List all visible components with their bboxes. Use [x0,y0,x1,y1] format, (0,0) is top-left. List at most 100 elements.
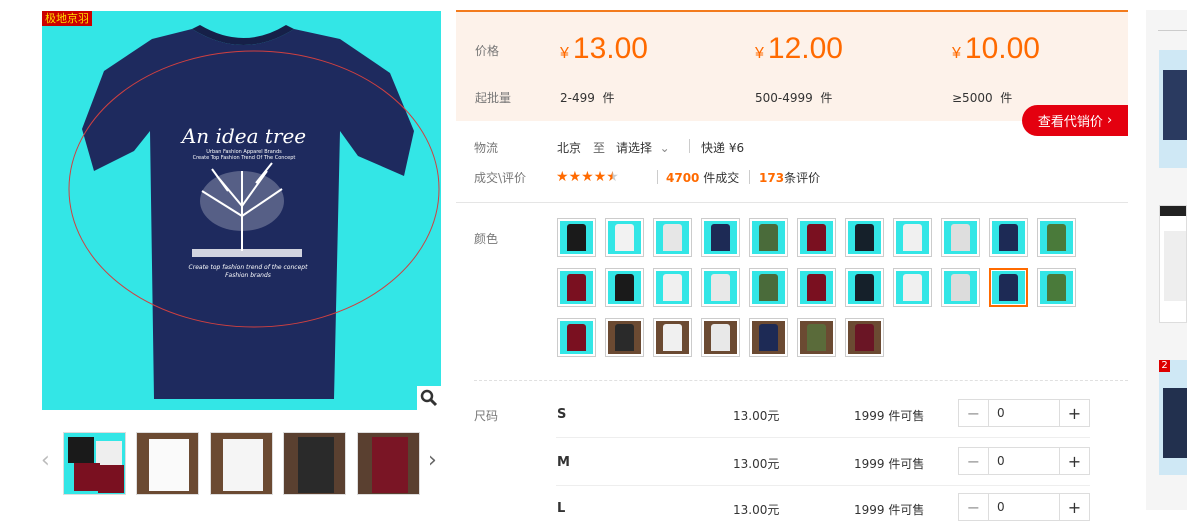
color-swatch[interactable] [1037,218,1076,257]
color-swatch[interactable] [701,218,740,257]
deals-label: 成交\评价 [474,171,527,185]
price-tier-2: ¥12.00 [755,32,843,65]
divider [474,380,1128,381]
agent-price-button[interactable]: 查看代销价 › [1022,105,1128,136]
thumb-next-icon[interactable]: › [428,450,437,472]
recommended-item[interactable] [1159,205,1187,323]
star-icon: ★ [556,169,569,185]
minus-button[interactable]: − [959,494,988,520]
color-swatch[interactable] [653,318,692,357]
divider [556,437,1090,438]
color-swatch[interactable] [653,268,692,307]
color-swatch[interactable] [1037,268,1076,307]
chevron-down-icon: ⌄ [659,141,670,155]
quantity-input[interactable]: 0 [988,448,1060,474]
minus-button[interactable]: − [959,448,988,474]
tier-2-range: 500-4999 件 [755,91,833,105]
recommended-item[interactable] [1159,50,1187,168]
quantity-input[interactable]: 0 [988,494,1060,520]
shirt-sub4: Fashion brands [225,272,271,279]
plus-button[interactable]: + [1060,448,1089,474]
color-swatch[interactable] [989,218,1028,257]
color-swatch[interactable] [797,268,836,307]
quantity-stepper: − 0 + [958,399,1090,427]
color-swatch[interactable] [605,218,644,257]
color-swatch[interactable] [845,318,884,357]
logistics-label: 物流 [474,141,499,155]
review-count[interactable]: 173条评价 [759,169,820,186]
divider [556,485,1090,486]
main-product-image[interactable]: 极地京羽 An idea tree Urban Fashion Apparel … [42,11,441,410]
zoom-icon[interactable] [417,386,441,410]
half-star-icon: ★ [606,169,619,185]
thumb-prev-icon[interactable]: ‹ [41,450,50,472]
divider [456,202,1128,203]
price-tier-3: ¥10.00 [952,32,1040,65]
minus-button[interactable]: − [959,400,988,426]
size-stock: 1999 件可售 [854,409,925,423]
color-swatch[interactable] [557,268,596,307]
color-swatch[interactable] [797,218,836,257]
color-swatch[interactable] [941,218,980,257]
price-label: 价格 [475,44,500,58]
shirt-sub3: Create top fashion trend of the concept [189,264,309,271]
color-swatch[interactable] [989,268,1028,307]
express-fee: 快递 ¥6 [701,141,745,155]
color-swatch[interactable] [893,268,932,307]
thumbnail[interactable] [63,432,126,495]
color-swatch[interactable] [749,318,788,357]
color-swatch[interactable] [701,318,740,357]
color-swatch[interactable] [605,268,644,307]
price-panel: 价格 起批量 ¥13.00 ¥12.00 ¥10.00 2-499 件 500-… [456,10,1128,121]
color-swatch[interactable] [941,268,980,307]
rank-badge: 2 [1159,360,1170,372]
star-icon: ★ [581,169,594,185]
divider [689,139,690,153]
tier-1-range: 2-499 件 [560,91,615,105]
color-swatch[interactable] [749,268,788,307]
size-name: S [557,407,567,422]
divider [1158,30,1187,31]
divider [749,170,750,184]
star-icon: ★ [593,169,607,185]
quantity-stepper: − 0 + [958,493,1090,521]
tshirt-illustration: An idea tree Urban Fashion Apparel Brand… [68,25,440,399]
color-label: 颜色 [474,232,499,246]
plus-button[interactable]: + [1060,400,1089,426]
destination-select[interactable]: 请选择 ⌄ [616,139,670,156]
tier-3-range: ≥5000 件 [952,91,1013,105]
color-swatch[interactable] [653,218,692,257]
size-label: 尺码 [474,409,499,423]
shirt-title: An idea tree [180,124,306,148]
sold-count[interactable]: 4700 件成交 [666,169,739,186]
size-stock: 1999 件可售 [854,457,925,471]
plus-button[interactable]: + [1060,494,1089,520]
thumbnail[interactable] [357,432,420,495]
size-price: 13.00元 [733,409,780,423]
quantity-stepper: − 0 + [958,447,1090,475]
thumbnail[interactable] [210,432,273,495]
size-name: M [557,455,570,470]
color-swatch[interactable] [605,318,644,357]
size-name: L [557,501,566,516]
ship-from: 北京 [557,141,582,155]
color-swatch[interactable] [749,218,788,257]
color-swatch[interactable] [557,318,596,357]
color-swatch[interactable] [845,268,884,307]
recommended-item[interactable]: 2 [1159,360,1187,475]
divider [657,170,658,184]
shirt-sub2: Create Top Fashion Trend Of The Concept [193,155,296,161]
thumbnail[interactable] [136,432,199,495]
color-swatch[interactable] [845,218,884,257]
thumbnail[interactable] [283,432,346,495]
color-swatch[interactable] [557,218,596,257]
quantity-input[interactable]: 0 [988,400,1060,426]
color-swatch[interactable] [797,318,836,357]
price-tier-1: ¥13.00 [560,32,648,65]
rating-stars[interactable]: ★★★★★ [556,169,619,185]
color-swatch[interactable] [701,268,740,307]
size-price: 13.00元 [733,457,780,471]
brand-tag: 极地京羽 [42,11,92,26]
star-icon: ★ [568,169,582,185]
color-swatch[interactable] [893,218,932,257]
